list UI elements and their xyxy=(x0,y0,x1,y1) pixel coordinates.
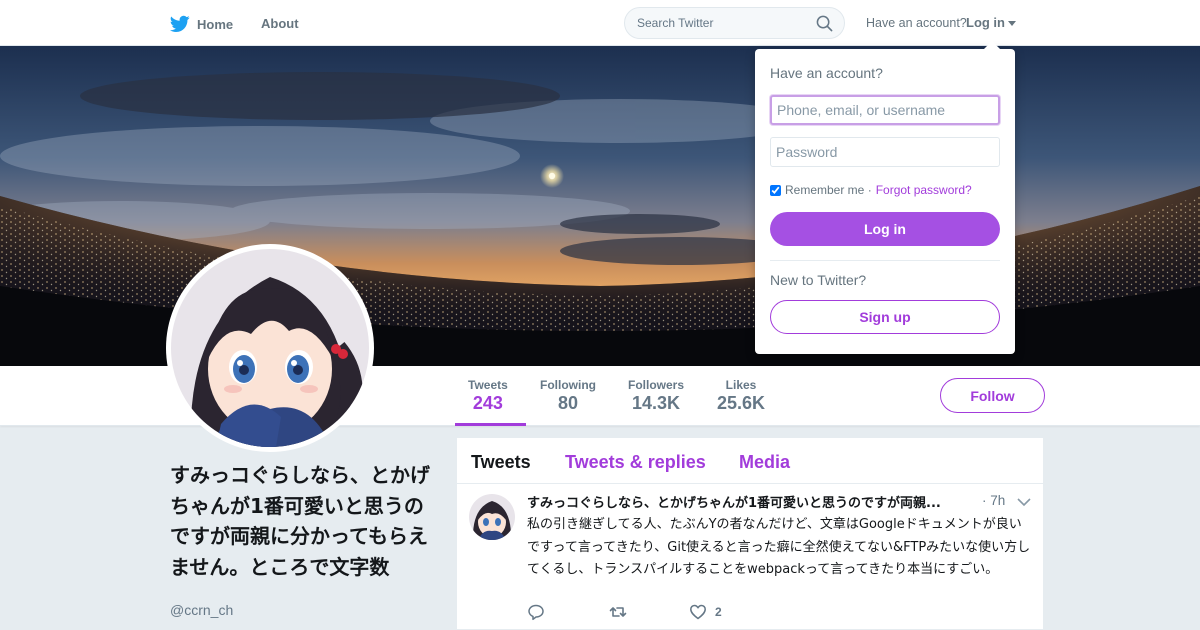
top-nav: Home About Have an account? Log in xyxy=(0,0,1200,46)
timeline-tabs: Tweets Tweets & replies Media xyxy=(457,438,1043,484)
forgot-password-link[interactable]: Forgot password? xyxy=(876,183,972,197)
tweet-text: 私の引き継ぎしてる人、たぶんYの者なんだけど、文章はGoogleドキュメントが良… xyxy=(527,517,1031,577)
login-dropdown-title: Have an account? xyxy=(770,65,883,81)
new-to-twitter-text: New to Twitter? xyxy=(770,272,867,288)
stat-followers[interactable]: Followers 14.3K xyxy=(628,378,684,414)
username-input[interactable] xyxy=(770,95,1000,125)
have-account-text: Have an account? xyxy=(866,16,967,30)
profile-handle[interactable]: @ccrn_ch xyxy=(170,602,233,618)
tab-media[interactable]: Media xyxy=(739,452,790,473)
like-count: 2 xyxy=(715,605,722,619)
stat-followers-value: 14.3K xyxy=(631,393,681,413)
signup-button[interactable]: Sign up xyxy=(770,300,1000,334)
stat-tweets[interactable]: Tweets 243 xyxy=(468,378,508,414)
tweet-avatar[interactable] xyxy=(469,494,515,540)
profile-name: すみっコぐらしなら、とかげちゃんが1番可愛いと思うのですが両親に分かってもらえま… xyxy=(170,463,430,579)
stat-following-value: 80 xyxy=(557,393,579,413)
chevron-down-icon[interactable] xyxy=(1017,497,1031,507)
remember-me-label: Remember me · xyxy=(785,183,872,197)
heart-icon xyxy=(690,604,706,620)
reply-icon xyxy=(528,604,544,621)
tab-tweets[interactable]: Tweets xyxy=(471,452,531,473)
profile-avatar[interactable] xyxy=(166,244,374,452)
search-input[interactable] xyxy=(625,8,805,38)
follow-button[interactable]: Follow xyxy=(940,378,1045,413)
tab-tweets-replies[interactable]: Tweets & replies xyxy=(565,452,706,473)
stat-likes-value: 25.6K xyxy=(717,393,766,413)
timeline: Tweets Tweets & replies Media すみっコぐらしなら、… xyxy=(456,437,1044,630)
tweet-actions: 2 xyxy=(527,603,827,623)
remember-me-row: Remember me · Forgot password? xyxy=(770,183,972,197)
search-icon[interactable] xyxy=(816,15,833,32)
twitter-bird-icon xyxy=(170,15,190,32)
search-box xyxy=(624,7,845,39)
like-button[interactable]: 2 xyxy=(689,603,722,621)
nav-home-link[interactable]: Home xyxy=(170,13,233,35)
nav-login-label: Log in xyxy=(966,15,1005,30)
tweet[interactable]: すみっコぐらしなら、とかげちゃんが1番可愛いと思うのですが両親... · 7h … xyxy=(457,484,1043,630)
reply-button[interactable] xyxy=(527,603,545,621)
stat-tweets-label: Tweets xyxy=(468,378,508,392)
stat-following-label: Following xyxy=(540,378,596,392)
stat-tweets-value: 243 xyxy=(472,393,503,413)
stat-followers-label: Followers xyxy=(628,378,685,392)
stat-following[interactable]: Following 80 xyxy=(540,378,596,414)
active-stat-underline xyxy=(455,423,526,426)
password-input[interactable] xyxy=(770,137,1000,167)
nav-login-dropdown-toggle[interactable]: Log in xyxy=(966,15,1016,30)
avatar-image xyxy=(171,249,369,447)
stat-likes-label: Likes xyxy=(725,378,757,392)
tweet-timestamp[interactable]: · 7h xyxy=(982,493,1005,508)
nav-home-label: Home xyxy=(197,16,234,32)
retweet-icon xyxy=(609,607,627,617)
remember-me-checkbox[interactable] xyxy=(770,184,781,196)
tweet-header: すみっコぐらしなら、とかげちゃんが1番可愛いと思うのですが両親... xyxy=(527,492,967,511)
login-button[interactable]: Log in xyxy=(770,212,1000,246)
nav-about-link[interactable]: About xyxy=(261,16,299,31)
dropdown-divider xyxy=(770,260,1000,261)
tweet-author-name[interactable]: すみっコぐらしなら、とかげちゃんが1番可愛いと思うのですが両親... xyxy=(527,496,941,511)
stat-likes[interactable]: Likes 25.6K xyxy=(717,378,765,414)
caret-down-icon xyxy=(1008,21,1016,26)
retweet-button[interactable] xyxy=(609,603,627,621)
login-dropdown: Have an account? Remember me · Forgot pa… xyxy=(755,41,1015,354)
